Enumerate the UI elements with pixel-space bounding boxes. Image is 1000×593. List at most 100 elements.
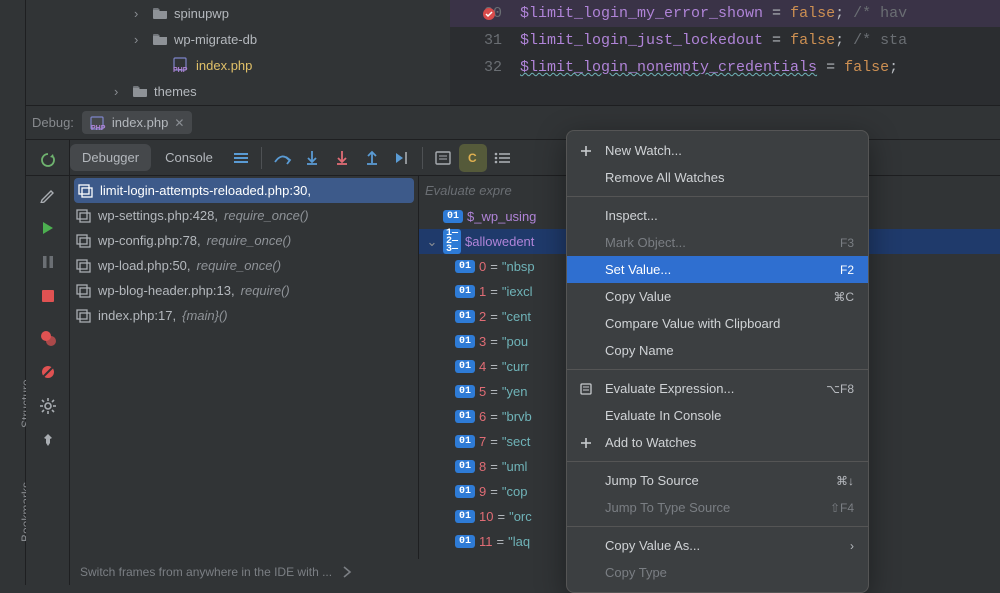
tree-item[interactable]: ›spinupwp bbox=[26, 0, 450, 26]
menu-item[interactable]: Add to Watches bbox=[567, 429, 868, 456]
array-index: 8 bbox=[479, 459, 486, 474]
menu-item-label: Evaluate In Console bbox=[605, 408, 721, 423]
menu-item[interactable]: Copy Value As...› bbox=[567, 532, 868, 559]
chevron-right-icon: › bbox=[134, 32, 146, 47]
menu-item[interactable]: Inspect... bbox=[567, 202, 868, 229]
next-tip-icon[interactable] bbox=[340, 565, 354, 579]
scalar-badge-icon: 01 bbox=[455, 485, 475, 498]
left-tool-strip: Structure Bookmarks bbox=[0, 0, 26, 585]
debugger-tab[interactable]: Debugger bbox=[70, 144, 151, 171]
modify-run-button[interactable] bbox=[33, 180, 63, 208]
scalar-badge-icon: 01 bbox=[455, 335, 475, 348]
menu-item: Copy Type bbox=[567, 559, 868, 586]
tip-text: Switch frames from anywhere in the IDE w… bbox=[80, 565, 332, 579]
settings-button[interactable] bbox=[33, 392, 63, 420]
array-value: "curr bbox=[502, 359, 529, 374]
menu-item[interactable]: Evaluate Expression...⌥F8 bbox=[567, 375, 868, 402]
tree-item[interactable]: ›themes bbox=[26, 78, 450, 104]
menu-item[interactable]: New Watch... bbox=[567, 137, 868, 164]
menu-item: Mark Object...F3 bbox=[567, 229, 868, 256]
frame-row[interactable]: wp-settings.php:428, require_once() bbox=[70, 203, 418, 228]
code-line[interactable]: 31$limit_login_just_lockedout = false; /… bbox=[450, 27, 1000, 54]
menu-item-label: Mark Object... bbox=[605, 235, 686, 250]
pause-button[interactable] bbox=[33, 248, 63, 276]
chevron-right-icon: › bbox=[134, 6, 146, 21]
menu-separator bbox=[567, 369, 868, 370]
frame-file: limit-login-attempts-reloaded.php:30, bbox=[100, 183, 311, 198]
code-line[interactable]: 32$limit_login_nonempty_credentials = fa… bbox=[450, 54, 1000, 81]
menu-item: Jump To Type Source⇧F4 bbox=[567, 494, 868, 521]
rerun-button[interactable] bbox=[33, 146, 63, 174]
menu-item-label: Inspect... bbox=[605, 208, 658, 223]
array-value: "cop bbox=[502, 484, 528, 499]
menu-shortcut: ⌘↓ bbox=[836, 474, 854, 488]
array-index: 9 bbox=[479, 484, 486, 499]
mute-breakpoints-button[interactable] bbox=[33, 358, 63, 386]
scalar-badge-icon: 01 bbox=[455, 260, 475, 273]
frame-file: wp-settings.php:428, bbox=[98, 208, 218, 223]
menu-separator bbox=[567, 526, 868, 527]
project-tree[interactable]: ›spinupwp›wp-migrate-dbPHPindex.php›them… bbox=[26, 0, 450, 105]
frame-row[interactable]: wp-load.php:50, require_once() bbox=[70, 253, 418, 278]
variable-name: $allowedent bbox=[465, 234, 534, 249]
gutter[interactable]: 32 bbox=[450, 54, 510, 81]
frame-row[interactable]: limit-login-attempts-reloaded.php:30, bbox=[74, 178, 414, 203]
frame-fn: require() bbox=[241, 283, 290, 298]
array-index: 4 bbox=[479, 359, 486, 374]
tree-item-label: index.php bbox=[196, 58, 252, 73]
force-step-into-button[interactable] bbox=[328, 144, 356, 172]
array-index: 5 bbox=[479, 384, 486, 399]
frame-file: index.php:17, bbox=[98, 308, 176, 323]
menu-item[interactable]: Remove All Watches bbox=[567, 164, 868, 191]
close-icon[interactable]: ✕ bbox=[174, 116, 184, 130]
separator bbox=[261, 147, 262, 169]
tree-item[interactable]: › wp-migrate-db bbox=[26, 26, 450, 52]
code-editor[interactable]: 30$limit_login_my_error_shown = false; /… bbox=[450, 0, 1000, 105]
menu-item[interactable]: Set Value... F2 bbox=[567, 256, 868, 283]
scalar-badge-icon: 01 bbox=[455, 435, 475, 448]
scalar-badge-icon: 01 bbox=[455, 310, 475, 323]
code-line[interactable]: 30$limit_login_my_error_shown = false; /… bbox=[450, 0, 1000, 27]
tree-item-label: wp-migrate-db bbox=[174, 32, 257, 47]
menu-item[interactable]: Copy Name bbox=[567, 337, 868, 364]
menu-shortcut: F2 bbox=[840, 263, 854, 277]
layout-settings-button[interactable] bbox=[489, 144, 517, 172]
console-tab[interactable]: Console bbox=[153, 144, 225, 171]
threads-icon[interactable] bbox=[227, 144, 255, 172]
gutter[interactable]: 31 bbox=[450, 27, 510, 54]
resume-button[interactable] bbox=[33, 214, 63, 242]
array-value: "yen bbox=[502, 384, 528, 399]
step-over-button[interactable] bbox=[268, 144, 296, 172]
frames-panel[interactable]: limit-login-attempts-reloaded.php:30, wp-… bbox=[70, 176, 419, 559]
menu-item-label: Set Value... bbox=[605, 262, 671, 277]
chevron-right-icon: › bbox=[114, 84, 126, 99]
svg-text:C: C bbox=[468, 151, 477, 165]
step-out-button[interactable] bbox=[358, 144, 386, 172]
menu-item[interactable]: Copy Value⌘C bbox=[567, 283, 868, 310]
context-menu[interactable]: New Watch...Remove All Watches Inspect...… bbox=[566, 130, 869, 593]
calc-icon bbox=[577, 382, 595, 396]
trace-button[interactable]: C bbox=[459, 144, 487, 172]
array-index: 1 bbox=[479, 284, 486, 299]
menu-separator bbox=[567, 461, 868, 462]
debug-session-tab[interactable]: PHP index.php ✕ bbox=[82, 111, 192, 134]
evaluate-expression-button[interactable] bbox=[429, 144, 457, 172]
frame-fn: require_once() bbox=[197, 258, 282, 273]
array-value: "uml bbox=[502, 459, 528, 474]
menu-shortcut: ⇧F4 bbox=[830, 501, 854, 515]
stop-button[interactable] bbox=[33, 282, 63, 310]
frame-row[interactable]: wp-config.php:78, require_once() bbox=[70, 228, 418, 253]
menu-item[interactable]: Compare Value with Clipboard bbox=[567, 310, 868, 337]
frame-row[interactable]: wp-blog-header.php:13, require() bbox=[70, 278, 418, 303]
variable-name: $_wp_using bbox=[467, 209, 536, 224]
tree-item[interactable]: PHPindex.php bbox=[26, 52, 450, 78]
gutter[interactable]: 30 bbox=[450, 0, 510, 27]
menu-item[interactable]: Evaluate In Console bbox=[567, 402, 868, 429]
pin-button[interactable] bbox=[33, 426, 63, 454]
run-to-cursor-button[interactable] bbox=[388, 144, 416, 172]
chevron-icon[interactable]: ⌄ bbox=[425, 234, 439, 250]
menu-item[interactable]: Jump To Source⌘↓ bbox=[567, 467, 868, 494]
step-into-button[interactable] bbox=[298, 144, 326, 172]
frame-row[interactable]: index.php:17, {main}() bbox=[70, 303, 418, 328]
view-breakpoints-button[interactable] bbox=[33, 324, 63, 352]
